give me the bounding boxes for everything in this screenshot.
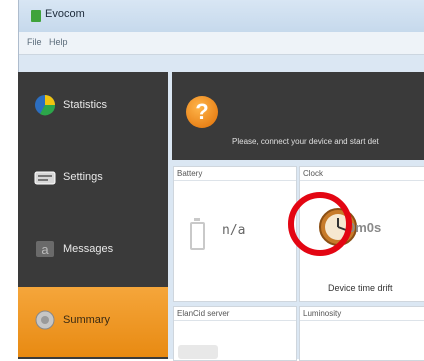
battery-panel: Battery n/a bbox=[173, 166, 297, 302]
panel-title: ElanCid server bbox=[177, 309, 230, 318]
elancid-panel: ElanCid server bbox=[173, 306, 297, 361]
sidebar-item-statistics[interactable]: Statistics bbox=[18, 72, 168, 142]
sidebar-item-settings[interactable]: Settings bbox=[18, 144, 168, 214]
summary-icon bbox=[35, 310, 55, 330]
window-title: Evocom bbox=[45, 8, 85, 20]
statistics-icon bbox=[35, 95, 56, 116]
highlight-circle bbox=[288, 192, 352, 256]
sidebar-item-summary[interactable]: Summary bbox=[18, 287, 168, 357]
sidebar-item-label: Messages bbox=[63, 243, 114, 255]
panel-title: Luminosity bbox=[303, 309, 342, 318]
banner-message: Please, connect your device and start de… bbox=[232, 137, 379, 146]
app-icon bbox=[31, 10, 41, 22]
title-bar: Evocom bbox=[19, 0, 424, 32]
battery-icon bbox=[190, 222, 205, 250]
battery-icon bbox=[194, 218, 200, 221]
server-icon bbox=[178, 345, 218, 359]
messages-icon: a bbox=[36, 241, 54, 257]
menu-file[interactable]: File bbox=[27, 37, 42, 47]
panel-title: Clock bbox=[303, 169, 324, 178]
menu-bar: File Help bbox=[19, 32, 424, 55]
sidebar-item-messages[interactable]: a Messages bbox=[18, 216, 168, 286]
clock-caption: Device time drift bbox=[328, 283, 393, 293]
settings-icon bbox=[34, 171, 56, 185]
battery-value: n/a bbox=[222, 223, 246, 238]
sidebar-item-label: Statistics bbox=[63, 99, 108, 111]
menu-help[interactable]: Help bbox=[49, 37, 68, 47]
sidebar: Statistics Settings a Messages Summary bbox=[18, 72, 168, 359]
notification-banner: ? Please, connect your device and start … bbox=[172, 72, 424, 160]
luminosity-panel: Luminosity bbox=[299, 306, 424, 361]
sidebar-item-label: Settings bbox=[63, 171, 103, 183]
question-icon: ? bbox=[186, 96, 218, 128]
svg-text:a: a bbox=[41, 242, 49, 257]
panel-title: Battery bbox=[177, 169, 203, 178]
sidebar-item-label: Summary bbox=[63, 314, 111, 326]
